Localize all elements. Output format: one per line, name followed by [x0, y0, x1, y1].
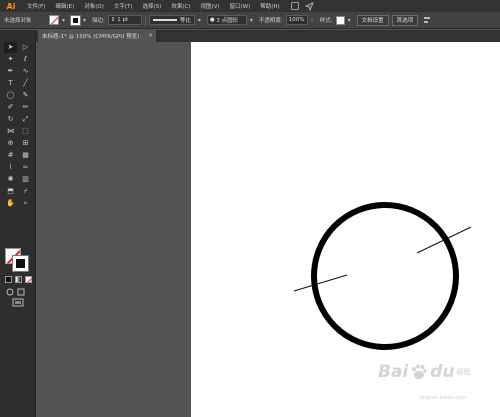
gradient-button[interactable]: [15, 276, 22, 283]
menu-view[interactable]: 视图(V): [195, 2, 224, 10]
chevron-down-icon[interactable]: ▾: [62, 15, 68, 25]
chevron-down-icon[interactable]: ▾: [198, 15, 204, 25]
stroke-weight-value: 1 pt: [117, 17, 129, 23]
stroke-label: 描边:: [92, 18, 105, 24]
artboard[interactable]: [191, 42, 500, 417]
variable-width-profile[interactable]: 等比: [148, 15, 195, 25]
menu-help[interactable]: 帮助(H): [255, 2, 284, 10]
stroke-swatch[interactable]: [70, 14, 81, 26]
document-tab-bar: 未标题-1* @ 150% (CMYK/GPU 预览) ×: [36, 30, 500, 42]
draw-behind-icon[interactable]: [17, 288, 25, 296]
chevron-down-icon[interactable]: ▾: [348, 15, 354, 25]
stroke-weight-field[interactable]: ⇕ 1 pt: [107, 15, 142, 25]
tools-panel: ➤ ▷ ✦ ℓ ✒ ∿ T ╱ ◯ ✎ ✐ ✏ ↻ ⤢ ⋈ ⬚ ⊕ ⊞ # ▦ ⌇ ∞ ✺ ▥ ⬒ ⌿ ✋ ⌕: [0, 30, 36, 417]
mesh-icon[interactable]: #: [4, 150, 17, 161]
width-icon[interactable]: ⋈: [4, 126, 17, 137]
divider: [144, 14, 146, 26]
menu-edit[interactable]: 编辑(E): [50, 2, 79, 10]
perspective-grid-icon[interactable]: ⊞: [19, 138, 32, 149]
align-icon[interactable]: [423, 16, 431, 25]
send-icon[interactable]: [304, 1, 314, 11]
chevron-right-icon[interactable]: ›: [311, 15, 317, 25]
tool-grid: ➤ ▷ ✦ ℓ ✒ ∿ T ╱ ◯ ✎ ✐ ✏ ↻ ⤢ ⋈ ⬚ ⊕ ⊞ # ▦ ⌇ ∞ ✺ ▥ ⬒ ⌿ ✋ ⌕: [4, 42, 32, 209]
scale-icon[interactable]: ⤢: [19, 114, 32, 125]
opacity-label[interactable]: 不透明度:: [259, 16, 283, 24]
graphic-style-swatch[interactable]: [335, 15, 345, 25]
paintbrush-icon[interactable]: ✎: [19, 90, 32, 101]
color-button[interactable]: [5, 276, 12, 283]
menu-file[interactable]: 文件(F): [22, 2, 50, 10]
profile-preview-line: [152, 19, 177, 21]
fill-stroke-widget[interactable]: [5, 248, 29, 272]
color-mode-row: [5, 276, 32, 283]
gradient-icon[interactable]: ▦: [19, 150, 32, 161]
close-icon[interactable]: ×: [148, 32, 153, 39]
menu-type[interactable]: 文字(T): [109, 2, 138, 10]
chevron-down-icon[interactable]: ▾: [250, 15, 256, 25]
control-bar: 未选择对象 ▾ ▾ 描边: ⇕ 1 pt 等比 ▾ ● 3 点圆形 ▾ 不透明度…: [0, 12, 500, 29]
document-tab-title: 未标题-1* @ 150% (CMYK/GPU 预览): [42, 34, 140, 40]
magic-wand-icon[interactable]: ✦: [4, 54, 17, 65]
style-label: 样式:: [319, 18, 333, 24]
workspace-icon[interactable]: [290, 1, 299, 10]
curvature-icon[interactable]: ∿: [19, 66, 32, 77]
document-tab[interactable]: 未标题-1* @ 150% (CMYK/GPU 预览) ×: [38, 30, 156, 42]
pen-icon[interactable]: ✒: [4, 66, 17, 77]
screen-mode-icon[interactable]: [12, 298, 24, 307]
menu-object[interactable]: 对象(O): [79, 2, 109, 10]
symbol-sprayer-icon[interactable]: ✺: [4, 174, 17, 185]
draw-mode-row: [6, 288, 25, 296]
watermark-url: jingyan.baidu.com: [420, 395, 467, 401]
none-button[interactable]: [25, 276, 32, 283]
shape-builder-icon[interactable]: ⊕: [4, 138, 17, 149]
opacity-field[interactable]: 100%: [285, 15, 308, 25]
fill-swatch[interactable]: [49, 15, 59, 25]
menu-bar: Ai 文件(F) 编辑(E) 对象(O) 文字(T) 选择(S) 效果(C) 视…: [0, 0, 500, 12]
stroke-black-swatch[interactable]: [12, 255, 29, 272]
slice-icon[interactable]: ⌿: [19, 186, 32, 197]
free-transform-icon[interactable]: ⬚: [19, 126, 32, 137]
menu-window[interactable]: 窗口(W): [225, 2, 256, 10]
watermark-brand2: du: [430, 362, 455, 382]
paw-logo-icon: [412, 364, 428, 379]
lasso-icon[interactable]: ℓ: [19, 54, 32, 65]
zoom-icon[interactable]: ⌕: [19, 198, 32, 209]
menu-effect[interactable]: 效果(C): [166, 2, 195, 10]
eyedropper-icon[interactable]: ⌇: [4, 162, 17, 173]
blend-icon[interactable]: ∞: [19, 162, 32, 173]
pasteboard[interactable]: [36, 42, 191, 417]
draw-normal-icon[interactable]: [6, 288, 14, 296]
hand-icon[interactable]: ✋: [4, 198, 17, 209]
brush-label: 3 点圆形: [216, 18, 239, 24]
menu-select[interactable]: 选择(S): [138, 2, 167, 10]
baidu-watermark: Bai du 经验: [378, 362, 471, 382]
shaper-icon[interactable]: ✐: [4, 102, 17, 113]
watermark-brand: Bai: [378, 362, 409, 382]
preferences-button[interactable]: 首选项: [391, 14, 419, 26]
selection-status: 未选择对象: [4, 18, 32, 24]
direct-selection-icon[interactable]: ▷: [19, 42, 32, 53]
profile-label: 等比: [179, 18, 191, 24]
watermark-suffix: 经验: [456, 368, 471, 376]
line-segment-icon[interactable]: ╱: [19, 78, 32, 89]
ellipse-icon[interactable]: ◯: [4, 90, 17, 101]
artboard-icon[interactable]: ⬒: [4, 186, 17, 197]
column-graph-icon[interactable]: ▥: [19, 174, 32, 185]
app-logo: Ai: [6, 1, 16, 11]
rotate-icon[interactable]: ↻: [4, 114, 17, 125]
pencil-icon[interactable]: ✏: [19, 102, 32, 113]
selection-icon[interactable]: ➤: [4, 42, 17, 53]
type-icon[interactable]: T: [4, 78, 17, 89]
chevron-down-icon[interactable]: ▾: [83, 15, 89, 25]
document-setup-button[interactable]: 文档设置: [356, 14, 389, 26]
brush-definition[interactable]: ● 3 点圆形: [206, 15, 247, 25]
